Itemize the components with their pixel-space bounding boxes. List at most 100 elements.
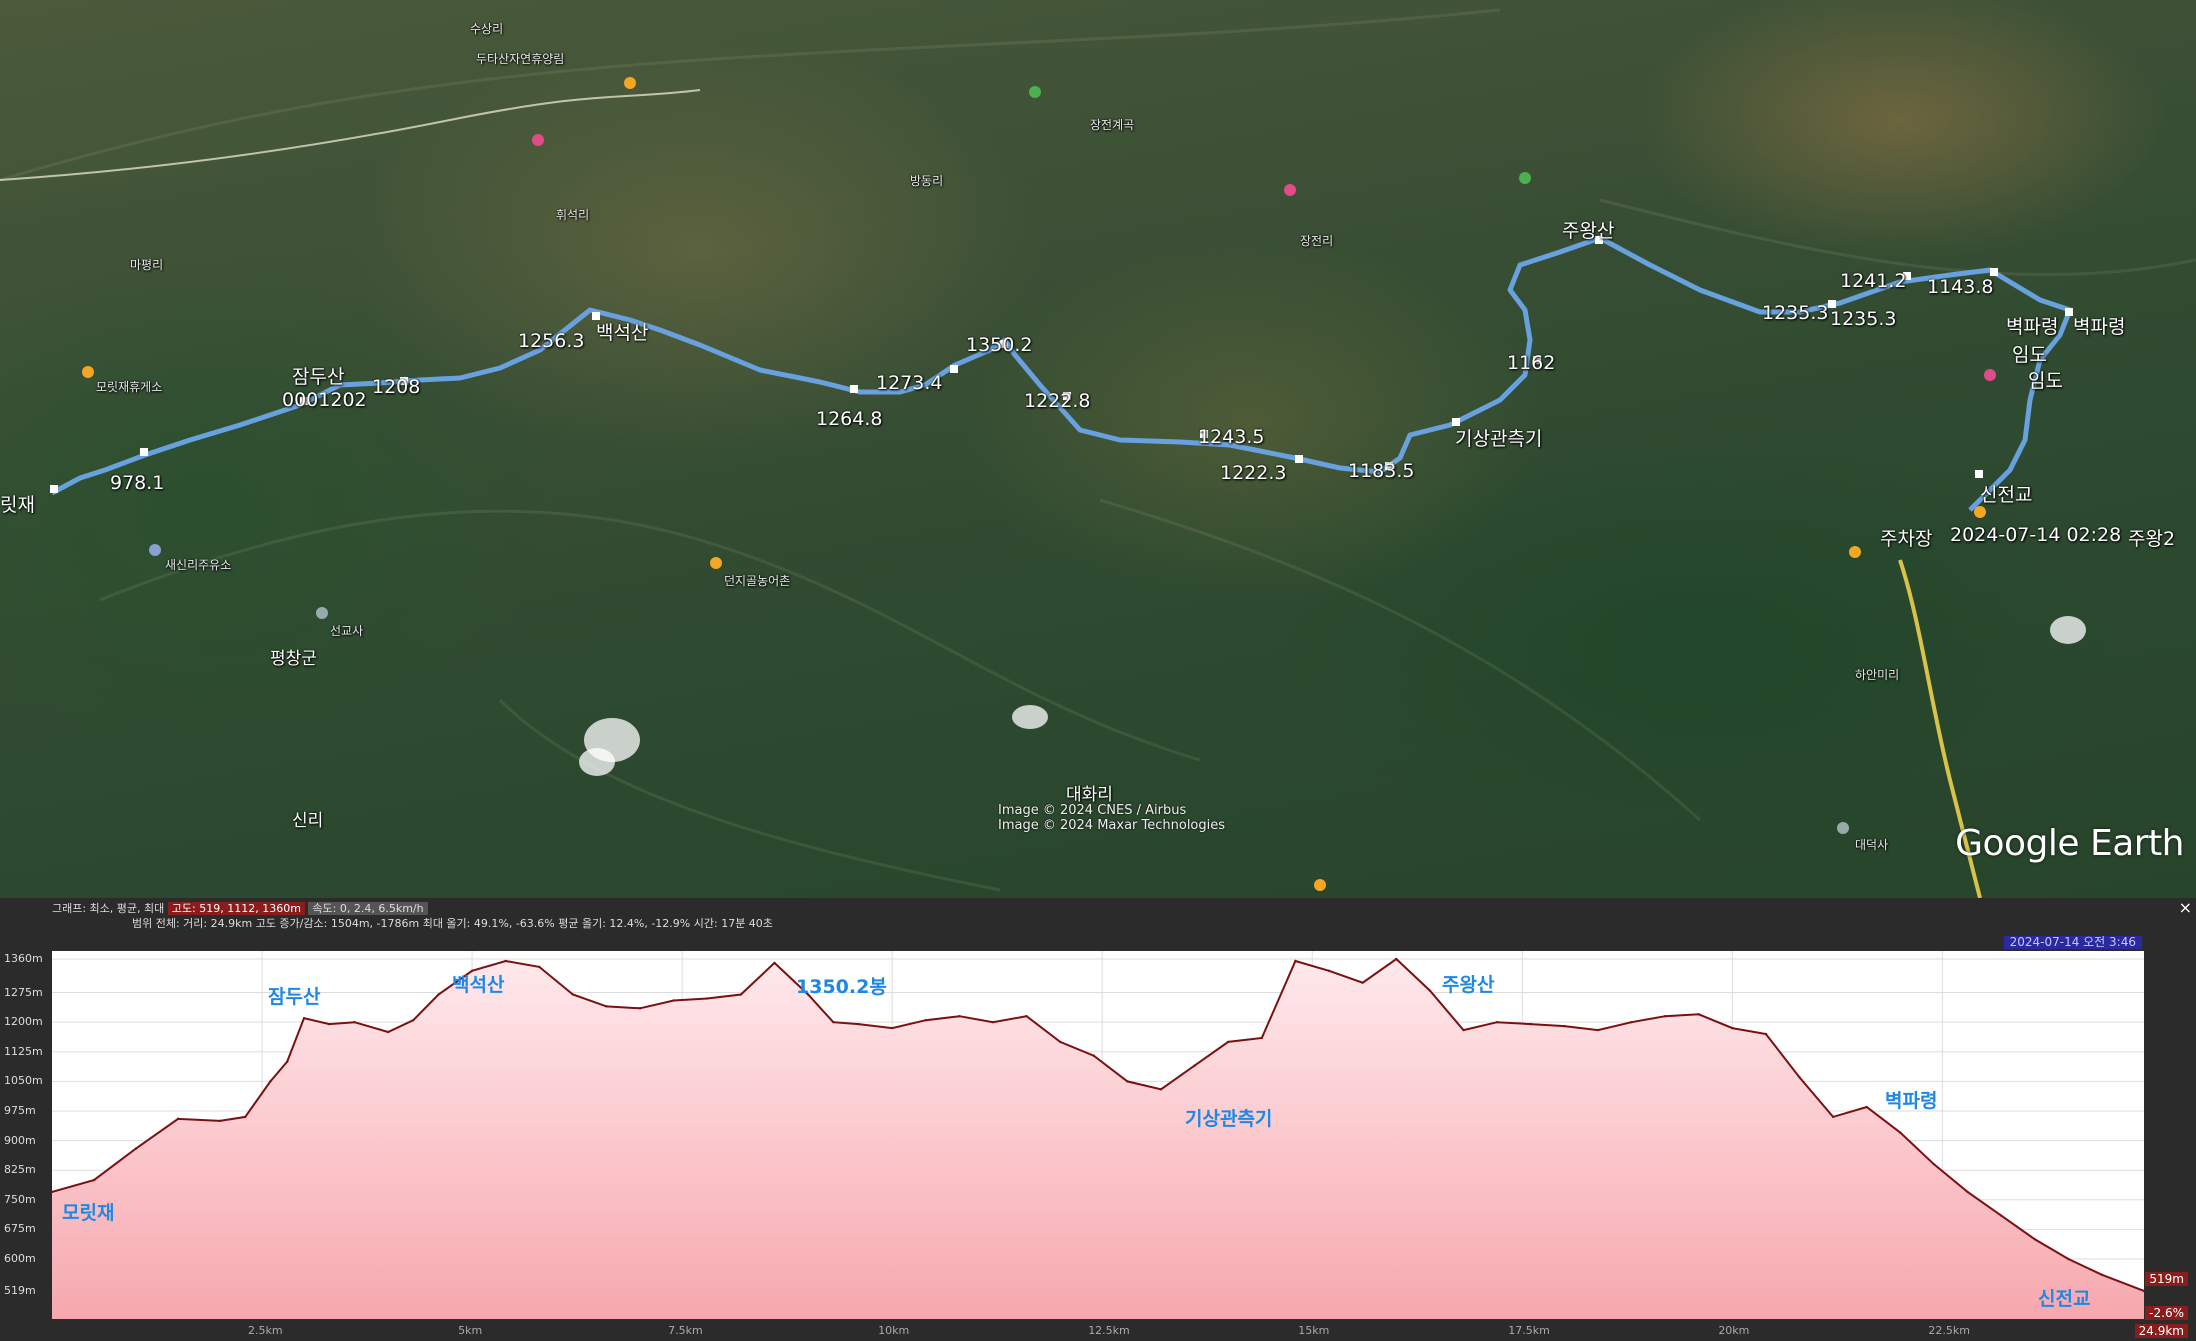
satellite-map-view[interactable]: 릿재 978.1 잠두산 0001202 1208 1256.3 백석산 126… [0, 0, 2196, 898]
elevation-point [386, 1030, 390, 1034]
label-1222a: 1222.8 [1024, 390, 1091, 412]
label-imdo-2: 임도 [2028, 370, 2063, 392]
elevation-point [1260, 1036, 1264, 1040]
elevation-point [1529, 1022, 1532, 1026]
elevation-point [672, 999, 675, 1002]
stats-speed[interactable]: 속도: 0, 2.4, 6.5km/h [308, 902, 428, 915]
label-978: 978.1 [110, 472, 165, 494]
label-1243: 1243.5 [1198, 426, 1265, 448]
road-white [0, 89, 701, 181]
label-1162: 1162 [1507, 352, 1556, 374]
elevation-chart [50, 951, 2146, 1319]
elevation-point [1630, 1020, 1633, 1024]
label-1241: 1241.2 [1840, 270, 1907, 292]
elevation-point [1159, 1088, 1163, 1091]
label-1264: 1264.8 [816, 408, 883, 430]
elevation-point [1495, 1020, 1499, 1024]
elevation-point [176, 1117, 180, 1121]
hiking-track [50, 235, 2073, 512]
elevation-point [739, 993, 743, 996]
y-tick-label: 900m [4, 1133, 36, 1147]
place-moritjae-rest: 모릿재휴게소 [96, 380, 163, 394]
x-tick-label: 15km [1298, 1324, 1330, 1337]
y-tick-label: 675m [4, 1222, 36, 1236]
label-parking: 주차장 [1880, 528, 1933, 550]
elevation-point [1462, 1028, 1465, 1032]
end-distance-badge: 24.9km [2134, 1324, 2188, 1338]
elevation-point [1327, 969, 1331, 973]
place-daedeoksa: 대덕사 [1855, 838, 1889, 852]
x-tick-label: 20km [1718, 1324, 1750, 1337]
elevation-point [2100, 1273, 2104, 1277]
y-tick-label: 975m [4, 1103, 36, 1117]
elevation-profile-panel[interactable]: 그래프: 최소, 평균, 최대 고도: 519, 1112, 1360m 속도:… [0, 898, 2196, 1341]
y-tick-label: 1125m [4, 1044, 43, 1058]
place-jangjeonri: 장전리 [1300, 234, 1334, 248]
label-1273: 1273.4 [876, 372, 943, 394]
label-baekseoksan: 백석산 [596, 322, 649, 344]
stats-elevation[interactable]: 고도: 519, 1112, 1360m [167, 902, 305, 915]
label-1208: 1208 [372, 376, 421, 398]
x-tick-label: 5km [458, 1324, 483, 1337]
peak-byeokparyeong: 벽파령 [1885, 1090, 1938, 1112]
elevation-point [958, 1015, 961, 1018]
place-daehwari: 대화리 [1066, 785, 1113, 805]
place-dongsan: 던지골농어촌 [724, 574, 791, 588]
elevation-point [218, 1119, 222, 1123]
label-1183: 1183.5 [1348, 460, 1415, 482]
y-tick-label: 750m [4, 1192, 36, 1206]
elevation-point [1831, 1115, 1835, 1119]
label-jamdusan: 잠두산 [292, 366, 345, 388]
x-tick-label: 7.5km [668, 1324, 703, 1337]
elevation-point [1294, 959, 1297, 963]
place-hwiseokri: 휘석리 [556, 208, 590, 222]
elevation-point [605, 1005, 608, 1008]
elevation-point [1058, 1040, 1062, 1044]
elevation-point [1798, 1076, 1801, 1079]
elevation-point [328, 1022, 331, 1026]
elevation-point [1865, 1105, 1868, 1109]
place-hamiri: 하안미리 [1855, 668, 1900, 682]
credit-line-1: Image © 2024 CNES / Airbus [998, 803, 1187, 818]
label-juwangsan: 주왕산 [1562, 220, 1615, 242]
y-tick-label: 519m [4, 1284, 36, 1297]
elevation-point [269, 1080, 272, 1083]
place-pyeongchang: 평창군 [270, 649, 317, 669]
peak-gisang: 기상관측기 [1185, 1108, 1273, 1130]
elevation-point [1193, 1064, 1196, 1067]
elevation-plot-area[interactable] [50, 951, 2146, 1319]
elevation-point [353, 1020, 356, 1024]
y-tick-label: 1360m [4, 952, 43, 965]
close-icon[interactable]: × [2179, 898, 2192, 917]
elevation-point [991, 1020, 995, 1024]
elevation-point [504, 959, 507, 963]
label-timestamp: 2024-07-14 02:28 [1950, 524, 2122, 546]
label-1143: 1143.8 [1927, 276, 1994, 298]
elevation-point [857, 1022, 860, 1026]
stats-prefix: 그래프: 최소, 평균, 최대 [52, 902, 165, 915]
label-1235a: 1235.3 [1762, 302, 1829, 324]
place-seongyosa: 선교사 [330, 624, 364, 638]
elevation-point [1361, 981, 1364, 984]
stats-line-1: 그래프: 최소, 평균, 최대 고도: 519, 1112, 1360m 속도:… [52, 900, 428, 916]
peak-1350: 1350.2봉 [796, 976, 887, 998]
place-sinri: 신리 [292, 811, 324, 831]
label-code: 0001202 [282, 389, 367, 411]
elevation-point [1932, 1163, 1936, 1166]
x-tick-label: 22.5km [1928, 1324, 1970, 1337]
elevation-point [1663, 1015, 1667, 1018]
google-earth-logo: Google Earth [1955, 823, 2184, 864]
elevation-point [286, 1060, 289, 1063]
elevation-point [1227, 1040, 1230, 1044]
image-credits: Image © 2024 CNES / Airbus Image © 2024 … [998, 803, 1225, 833]
elevation-point [1999, 1214, 2003, 1217]
map-overlay [0, 8, 2196, 898]
credit-line-2: Image © 2024 Maxar Technologies [998, 818, 1226, 833]
elevation-point [2067, 1257, 2070, 1261]
place-maphyeongri: 마평리 [130, 258, 164, 272]
place-upper3: 장전계곡 [1090, 118, 1135, 132]
elevation-point [1899, 1131, 1902, 1134]
elevation-point [92, 1178, 96, 1182]
elevation-point [706, 997, 709, 1000]
elevation-point [1025, 1015, 1028, 1018]
